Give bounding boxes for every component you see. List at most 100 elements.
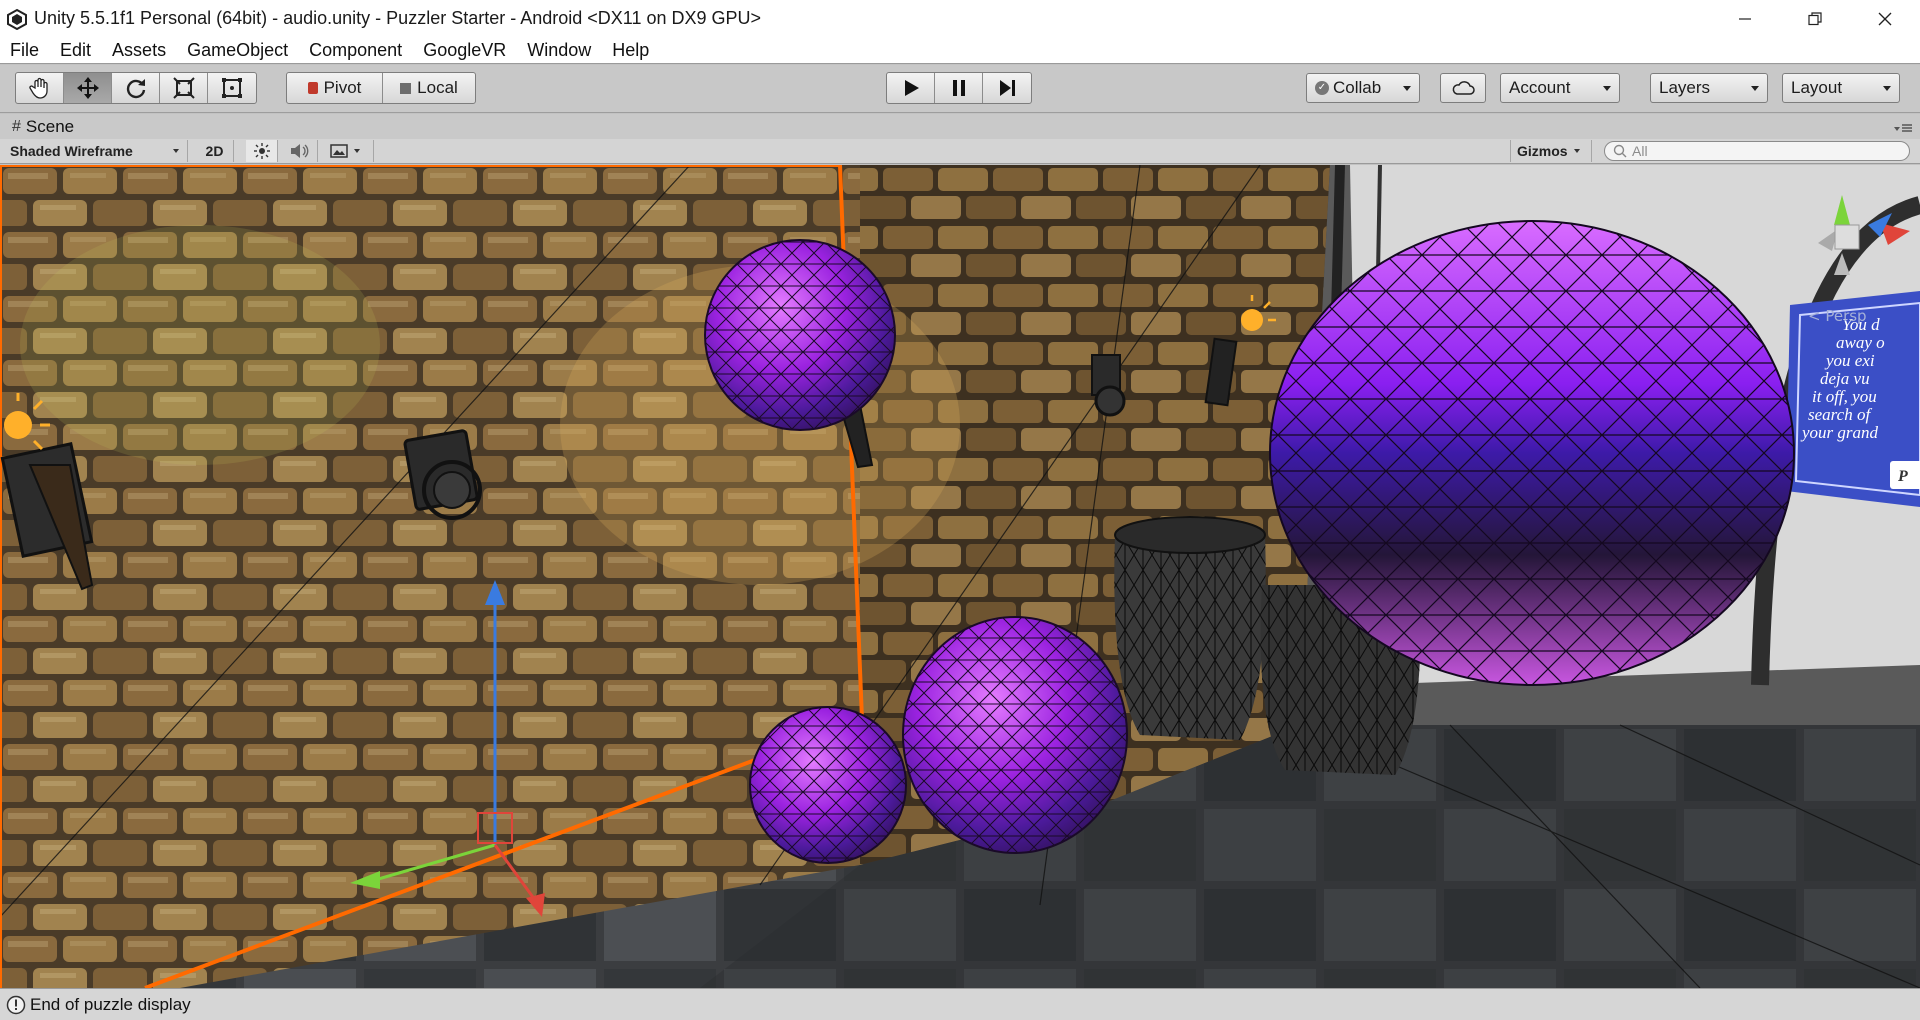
title-bar: Unity 5.5.1f1 Personal (64bit) - audio.u… (0, 0, 1920, 37)
status-bar: End of puzzle display (0, 988, 1920, 1020)
sign-line-4: deja vu (1820, 369, 1870, 388)
audio-toggle[interactable] (282, 140, 318, 162)
mode-2d-label: 2D (205, 143, 224, 159)
gizmos-label: Gizmos (1517, 143, 1568, 159)
hand-icon (28, 77, 48, 99)
account-label: Account (1509, 78, 1571, 97)
layout-dropdown[interactable]: Layout (1782, 73, 1900, 103)
chevron-down-icon (1751, 86, 1759, 91)
chevron-down-icon (1403, 86, 1411, 91)
light-icon (4, 411, 32, 439)
check-icon: ✓ (1315, 81, 1329, 95)
chevron-down-icon (1573, 149, 1580, 153)
light-icon (1241, 309, 1263, 331)
move-icon (76, 77, 99, 99)
collab-dropdown[interactable]: ✓ Collab (1306, 73, 1420, 103)
restore-button[interactable] (1780, 0, 1850, 37)
scene-search-input[interactable]: All (1604, 141, 1910, 161)
scene-render[interactable]: You d away o you exi deja vu it off, you… (0, 165, 1920, 988)
sphere-medium[interactable] (902, 616, 1128, 854)
pause-button[interactable] (935, 73, 983, 103)
restore-icon (1808, 11, 1822, 25)
wall-lantern-2[interactable] (1091, 354, 1126, 417)
close-icon (1878, 12, 1892, 25)
sphere-small[interactable] (749, 706, 907, 864)
search-placeholder: All (1632, 143, 1648, 159)
minimize-icon (1739, 17, 1751, 20)
play-icon (904, 80, 919, 96)
account-dropdown[interactable]: Account (1500, 73, 1620, 103)
persp-label[interactable]: < Persp (1808, 307, 1867, 325)
transform-tools (15, 72, 257, 104)
play-button[interactable] (887, 73, 935, 103)
sphere-large[interactable] (1269, 220, 1795, 686)
sign-line-2: away o (1836, 333, 1885, 352)
sign-line-5: it off, you (1812, 387, 1877, 406)
layers-label: Layers (1659, 78, 1711, 97)
unity-logo-icon (4, 6, 30, 32)
menu-gameobject[interactable]: GameObject (187, 40, 288, 61)
tab-scene[interactable]: # Scene (12, 117, 74, 137)
chevron-down-icon (173, 149, 179, 153)
move-tool-button[interactable] (64, 73, 112, 103)
cloud-icon (1452, 81, 1475, 95)
scene-viewport[interactable]: You d away o you exi deja vu it off, you… (0, 165, 1920, 988)
chevron-down-icon (1883, 86, 1891, 91)
sign-line-6: search of (1808, 405, 1872, 424)
toggle-2d-button[interactable]: 2D (196, 140, 234, 162)
shading-mode-label: Shaded Wireframe (10, 143, 133, 159)
effects-dropdown[interactable] (324, 140, 374, 162)
info-icon (6, 995, 26, 1014)
status-message[interactable]: End of puzzle display (30, 995, 191, 1015)
chevron-down-icon (354, 149, 360, 153)
menu-help[interactable]: Help (612, 40, 649, 61)
scale-tool-button[interactable] (160, 73, 208, 103)
main-toolbar: Pivot Local ✓ Collab Account Layers Layo… (0, 65, 1920, 113)
hand-tool-button[interactable] (16, 73, 64, 103)
menu-window[interactable]: Window (527, 40, 591, 61)
rotate-tool-button[interactable] (112, 73, 160, 103)
menu-assets[interactable]: Assets (112, 40, 166, 61)
window-title: Unity 5.5.1f1 Personal (64bit) - audio.u… (34, 8, 762, 28)
menu-component[interactable]: Component (309, 40, 402, 61)
gizmos-dropdown[interactable]: Gizmos (1510, 140, 1592, 162)
pivot-icon (307, 82, 318, 94)
cloud-button[interactable] (1440, 73, 1486, 103)
minimize-button[interactable] (1710, 0, 1780, 37)
scale-icon (172, 77, 195, 99)
chevron-down-icon (1603, 86, 1611, 91)
rotate-icon (126, 79, 145, 99)
menu-googlevr[interactable]: GoogleVR (423, 40, 506, 61)
local-label: Local (417, 78, 458, 97)
layers-dropdown[interactable]: Layers (1650, 73, 1768, 103)
panel-menu-icon[interactable] (1894, 121, 1912, 133)
rect-tool-button[interactable] (208, 73, 256, 103)
scene-toolbar: Shaded Wireframe 2D Gizmos All (0, 139, 1920, 164)
scene-tab-label: Scene (25, 116, 75, 136)
playback-controls (886, 72, 1032, 104)
image-icon (330, 144, 348, 158)
shading-mode-dropdown[interactable]: Shaded Wireframe (4, 140, 188, 162)
sun-icon (253, 143, 270, 159)
step-button[interactable] (983, 73, 1031, 103)
menu-file[interactable]: File (10, 40, 39, 61)
scene-grid-icon: # (12, 117, 21, 135)
pivot-label: Pivot (323, 78, 362, 97)
sign-button-label: P (1897, 468, 1908, 485)
collab-label: Collab (1333, 78, 1382, 97)
menu-bar: File Edit Assets GameObject Component Go… (0, 37, 1920, 64)
rect-tool-icon (222, 78, 242, 98)
search-icon (1613, 144, 1627, 158)
sign-line-7: your grand (1800, 423, 1879, 442)
close-button[interactable] (1850, 0, 1920, 37)
pivot-local-group: Pivot Local (286, 72, 476, 104)
barrel-1[interactable] (1114, 516, 1266, 740)
lighting-toggle[interactable] (246, 140, 278, 162)
local-button[interactable]: Local (383, 73, 475, 103)
sphere-top[interactable] (704, 239, 896, 431)
local-cube-icon (400, 82, 412, 94)
menu-edit[interactable]: Edit (60, 40, 91, 61)
scene-tab-bar: # Scene (0, 114, 1920, 139)
pivot-button[interactable]: Pivot (287, 73, 383, 103)
step-icon (1000, 80, 1015, 96)
